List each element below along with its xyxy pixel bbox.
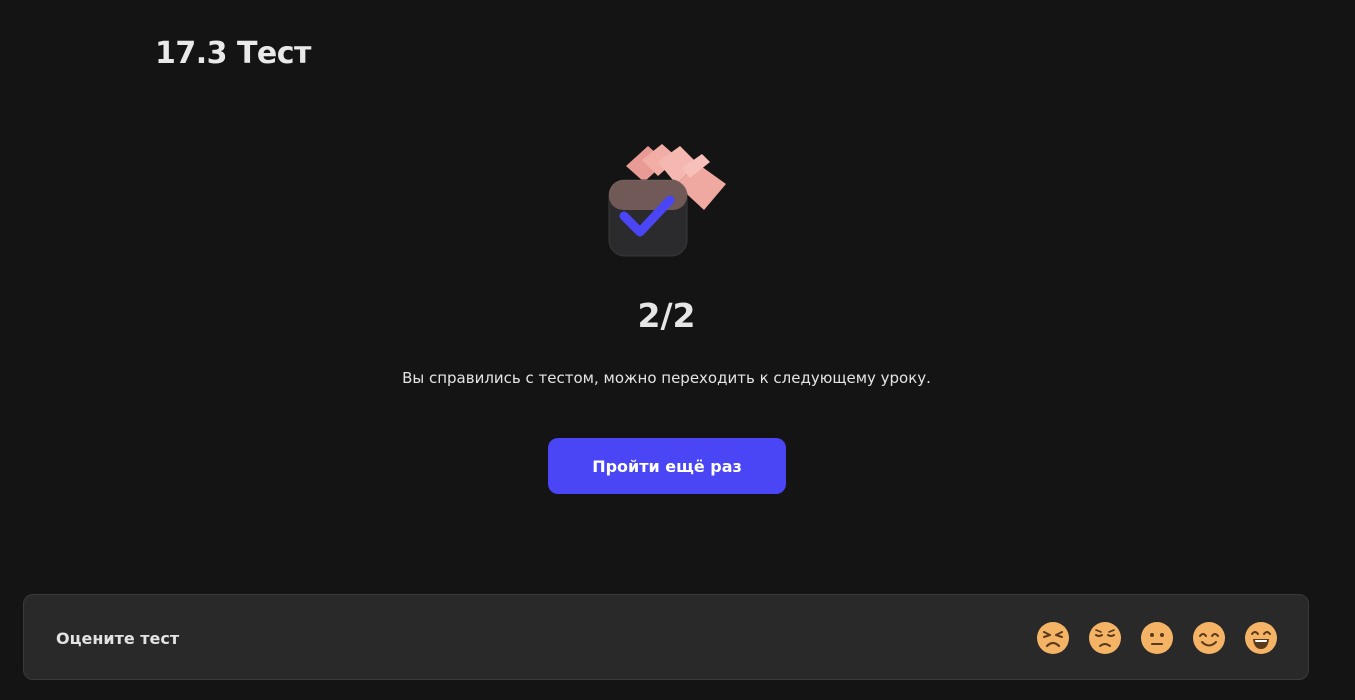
test-complete-illustration [608,144,726,257]
rating-label: Оцените тест [56,629,180,648]
test-score: 2/2 [637,296,696,335]
test-result-page: 17.3 Тест 2/2 Вы справились с тестом, мо… [0,0,1355,700]
rating-panel: Оцените тест [23,594,1309,680]
result-message: Вы справились с тестом, можно переходить… [402,369,931,387]
smiling-face-icon[interactable] [1192,621,1226,655]
sad-face-icon[interactable] [1088,621,1122,655]
retry-test-button[interactable]: Пройти ещё раз [548,438,786,494]
rating-options [1036,621,1278,655]
angry-face-icon[interactable] [1036,621,1070,655]
page-title: 17.3 Тест [155,36,311,71]
neutral-face-icon[interactable] [1140,621,1174,655]
grinning-face-icon[interactable] [1244,621,1278,655]
